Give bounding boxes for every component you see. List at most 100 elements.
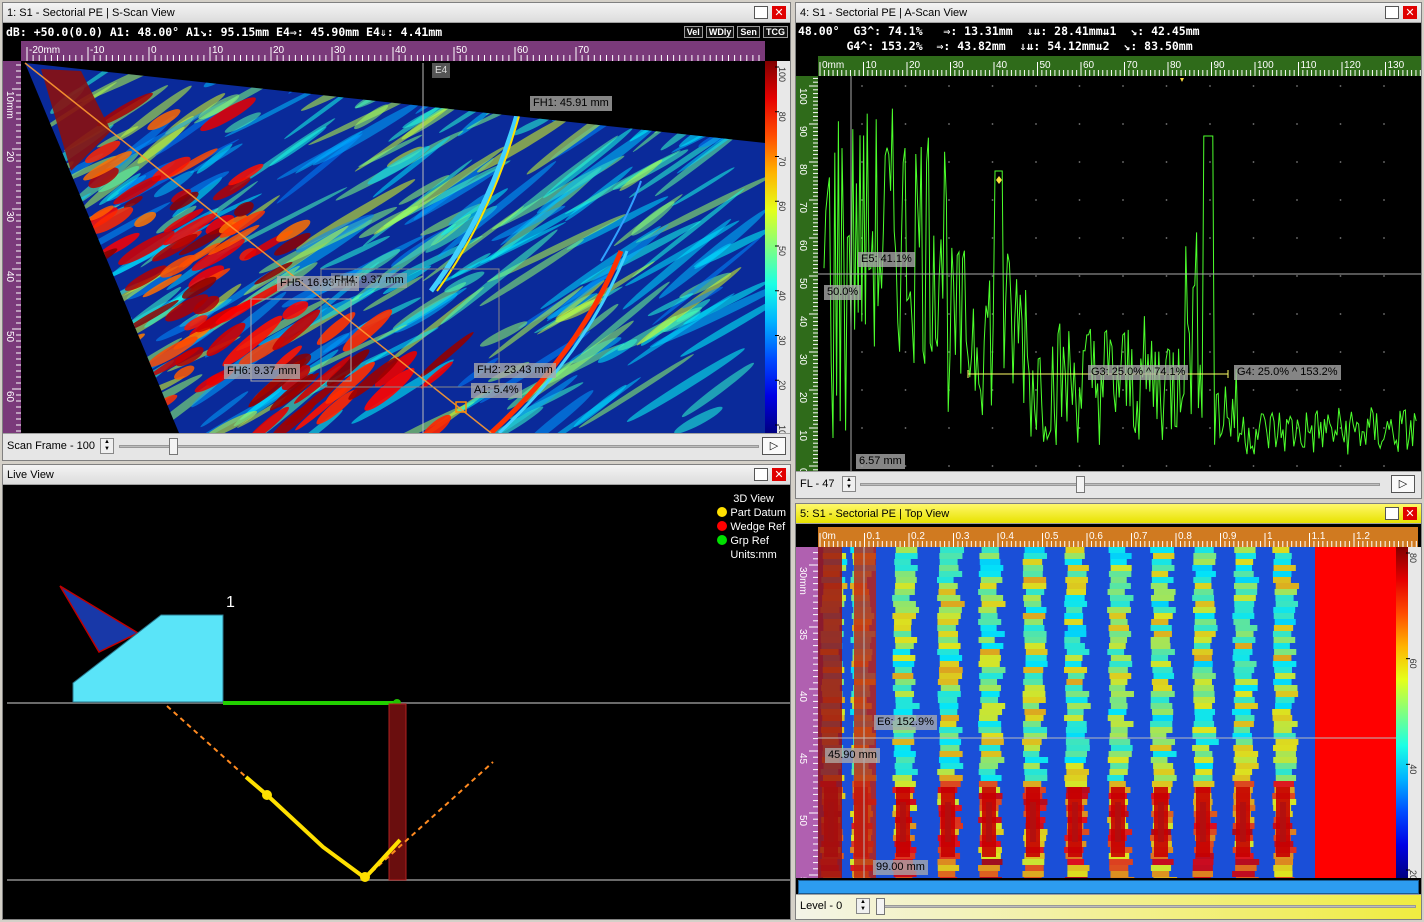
top-color-scale: 80 60 40 20% — [1396, 547, 1421, 878]
maximize-icon[interactable] — [754, 468, 768, 481]
svg-text:0.6: 0.6 — [1089, 531, 1103, 542]
sscan-image[interactable] — [21, 61, 765, 433]
svg-text:70: 70 — [1127, 60, 1139, 71]
svg-text:60: 60 — [777, 201, 787, 211]
ascan-readout: 48.00° G3^: 74.1% ⇒: 13.31mm ⇓⇊: 28.41mm… — [796, 24, 1421, 56]
probe-label: 1 — [226, 594, 235, 611]
svg-text:1.1: 1.1 — [1312, 531, 1326, 542]
svg-text:55: 55 — [797, 877, 808, 878]
svg-text:90: 90 — [797, 126, 808, 138]
svg-text:30: 30 — [953, 60, 965, 71]
svg-text:80: 80 — [797, 164, 808, 176]
svg-text:20%: 20% — [1408, 870, 1418, 878]
sscan-titlebar[interactable]: 1: S1 - Sectorial PE | S-Scan View ✕ — [3, 3, 790, 23]
sscan-h-ruler[interactable]: -20mm -10 0 10 20 30 40 50 60 70 — [21, 41, 765, 61]
ascan-readout-line2: G4^: 153.2% ⇒: 43.82mm ⇓⇊: 54.12mm⇊2 ↘: … — [798, 39, 1193, 53]
legend-item-wedge-ref: Wedge Ref — [717, 520, 786, 534]
sscan-readout: dB: +50.0(0.0) A1: 48.00° A1↘: 95.15mm E… — [3, 24, 790, 41]
svg-text:40: 40 — [797, 316, 808, 328]
svg-text:20: 20 — [797, 392, 808, 404]
ascan-h-ruler[interactable]: 0mm 10 20 30 40 50 60 70 80 90 100 110 120 130 — [818, 56, 1421, 76]
live-titlebar[interactable]: Live View ✕ — [3, 465, 790, 485]
fl-thumb[interactable] — [1076, 476, 1085, 493]
close-icon[interactable]: ✕ — [1403, 6, 1417, 19]
svg-text:10: 10 — [797, 430, 808, 442]
maximize-icon[interactable] — [1385, 507, 1399, 520]
scan-frame-spinner[interactable]: ▲ ▼ — [100, 438, 114, 454]
depth-label: 45.90 mm — [825, 748, 880, 763]
sscan-v-ruler[interactable]: 10mm 20 30 40 50 60 — [3, 61, 21, 433]
fl-play-button[interactable]: ▷ — [1391, 475, 1415, 493]
vel-toggle[interactable]: Vel — [683, 26, 703, 38]
fl-spinner[interactable]: ▲ ▼ — [842, 476, 856, 492]
top-h-ruler[interactable]: 0m 0.1 0.2 0.3 0.4 0.5 0.6 0.7 0.8 0.9 1 1.1 1.2 — [818, 527, 1418, 547]
svg-text:45: 45 — [797, 753, 808, 765]
level-thumb[interactable] — [876, 898, 885, 915]
ascan-plot[interactable] — [818, 76, 1421, 473]
svg-text:0.7: 0.7 — [1134, 531, 1148, 542]
svg-text:50: 50 — [456, 45, 468, 56]
maximize-icon[interactable] — [1385, 6, 1399, 19]
wedge-ref-dot-icon — [717, 521, 728, 531]
sscan-title: 1: S1 - Sectorial PE | S-Scan View — [7, 7, 175, 19]
maximize-icon[interactable] — [754, 6, 768, 19]
scan-frame-play-button[interactable]: ▷ — [762, 437, 786, 455]
live-pane: Live View ✕ 1 3D View Part Datum Wedge R… — [2, 464, 791, 920]
live-scene[interactable]: 1 — [3, 486, 790, 919]
tcg-toggle[interactable]: TCG — [763, 26, 788, 38]
svg-text:100: 100 — [777, 67, 787, 82]
svg-text:0.9: 0.9 — [1223, 531, 1237, 542]
level-label: Level - 0 — [800, 900, 843, 912]
level-track[interactable] — [876, 905, 1416, 908]
grp-ref-dot-icon — [717, 535, 728, 545]
svg-text:80: 80 — [1170, 60, 1182, 71]
top-scroll-strip[interactable] — [798, 880, 1419, 894]
svg-text:40: 40 — [395, 45, 407, 56]
svg-text:0.1: 0.1 — [867, 531, 881, 542]
e6-label: E6: 152.9% — [874, 715, 937, 730]
top-v-ruler[interactable]: 30mm 35 40 45 50 55 — [796, 547, 818, 878]
close-icon[interactable]: ✕ — [1403, 507, 1417, 520]
svg-text:60: 60 — [1408, 659, 1418, 669]
level-slider-bar: Level - 0 ▲ ▼ — [796, 894, 1421, 919]
ascan-pane: 4: S1 - Sectorial PE | A-Scan View ✕ 48.… — [795, 2, 1422, 499]
scan-frame-thumb[interactable] — [169, 438, 178, 455]
svg-text:60: 60 — [4, 391, 15, 403]
svg-text:40: 40 — [797, 691, 808, 703]
svg-text:40: 40 — [1408, 764, 1418, 774]
g4-label: G4: 25.0% ^ 153.2% — [1234, 365, 1341, 380]
top-image[interactable] — [818, 547, 1396, 878]
svg-text:40: 40 — [777, 291, 787, 301]
ascan-v-ruler[interactable]: 1009080706050403020100% — [796, 76, 818, 473]
level-spinner[interactable]: ▲ ▼ — [856, 898, 870, 914]
svg-text:70: 70 — [797, 202, 808, 214]
close-icon[interactable]: ✕ — [772, 6, 786, 19]
svg-text:60: 60 — [517, 45, 529, 56]
svg-text:20: 20 — [4, 151, 15, 163]
legend-units: Units:mm — [730, 549, 777, 561]
e5-label: E5: 41.1% — [858, 252, 915, 267]
ref-level-label: 50.0% — [824, 285, 862, 300]
wdly-toggle[interactable]: WDly — [705, 26, 735, 38]
ascan-titlebar[interactable]: 4: S1 - Sectorial PE | A-Scan View ✕ — [796, 3, 1421, 23]
ascan-title: 4: S1 - Sectorial PE | A-Scan View — [800, 7, 968, 19]
svg-text:20: 20 — [909, 60, 921, 71]
svg-text:50: 50 — [777, 246, 787, 256]
beam-skip-projection — [364, 761, 494, 879]
beam-bounce-marker — [360, 872, 370, 882]
legend-item-grp-ref: Grp Ref — [717, 534, 786, 548]
fl-track[interactable] — [860, 483, 1380, 486]
ascan-readout-line1: 48.00° G3^: 74.1% ⇒: 13.31mm ⇓⇊: 28.41mm… — [798, 24, 1200, 38]
sen-toggle[interactable]: Sen — [737, 26, 760, 38]
scan-frame-track[interactable] — [119, 445, 759, 448]
svg-text:100: 100 — [1257, 60, 1274, 71]
svg-text:50: 50 — [797, 278, 808, 290]
svg-text:30mm: 30mm — [797, 567, 808, 595]
fh6-label: FH6: 9.37 mm — [224, 364, 300, 379]
part-datum-marker — [262, 790, 272, 800]
top-titlebar[interactable]: 5: S1 - Sectorial PE | Top View ✕ — [796, 504, 1421, 524]
svg-text:60: 60 — [797, 240, 808, 252]
svg-text:30: 30 — [797, 354, 808, 366]
close-icon[interactable]: ✕ — [772, 468, 786, 481]
svg-text:100: 100 — [797, 88, 808, 105]
